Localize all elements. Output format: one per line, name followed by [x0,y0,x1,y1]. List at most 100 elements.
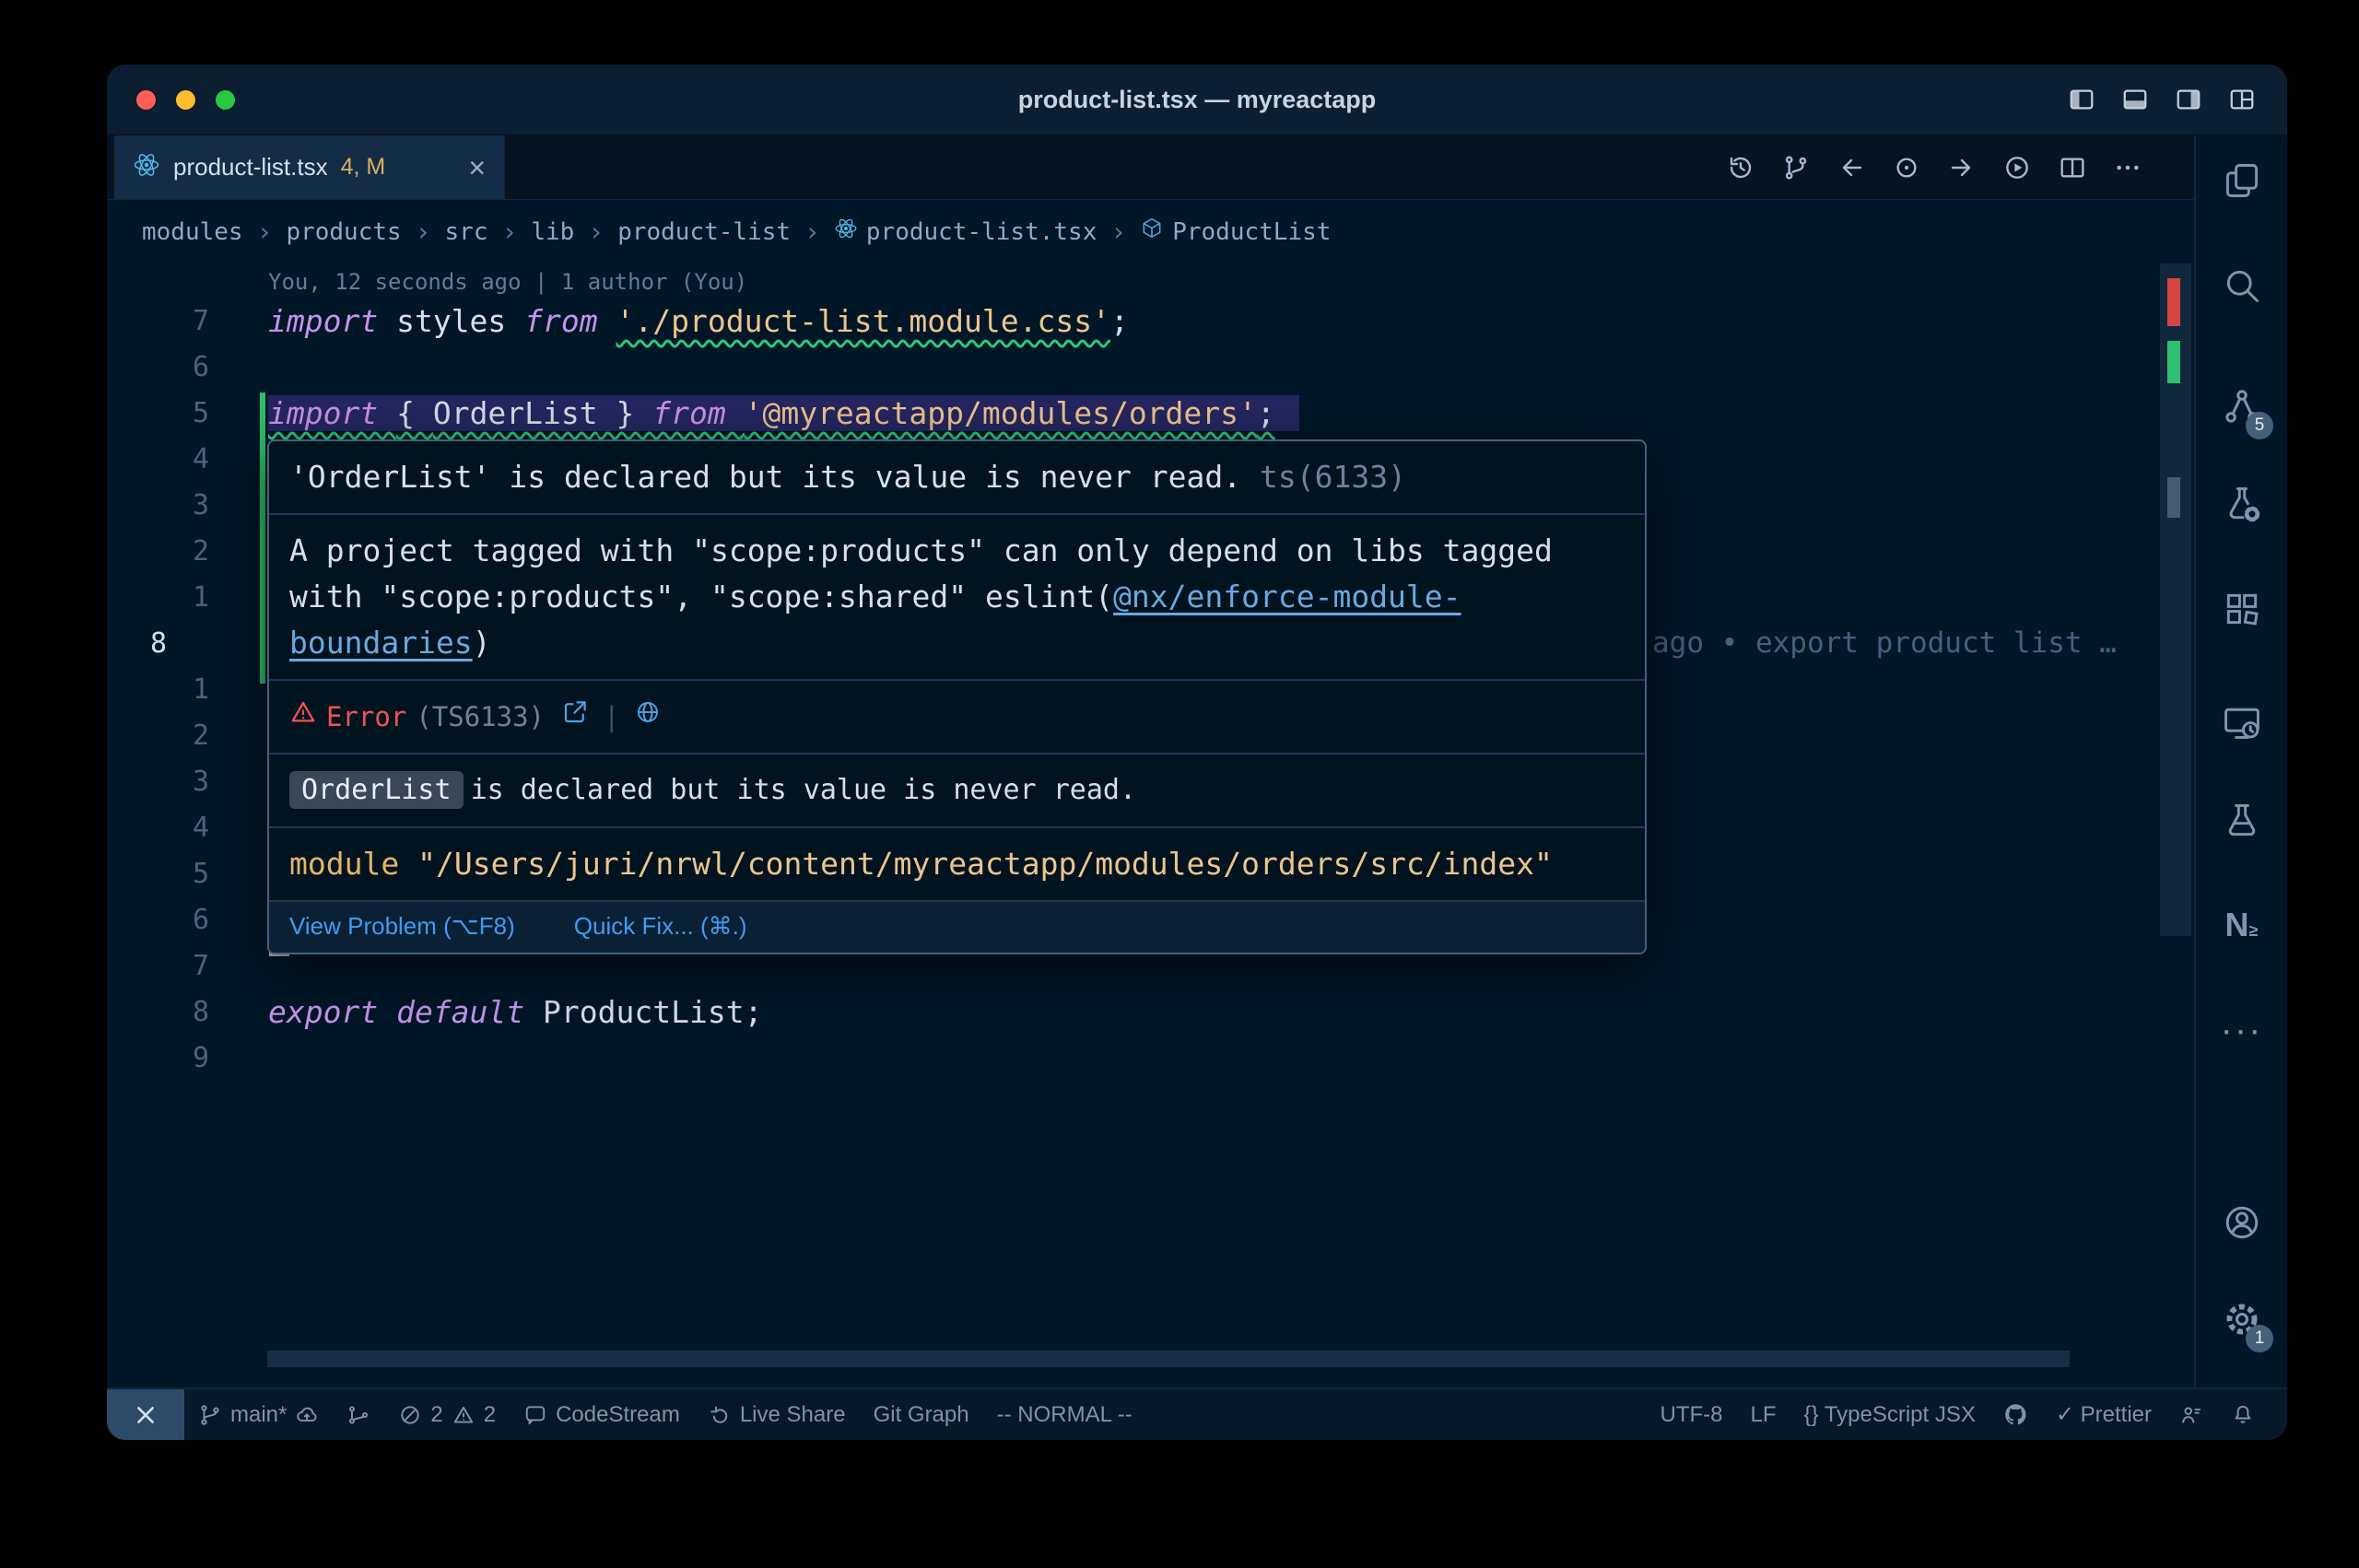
tab-close-icon[interactable]: × [468,153,486,182]
code-line[interactable]: 6 [107,344,2194,390]
line-number: 1 [107,581,209,614]
line-number: 3 [107,766,209,798]
quick-fix-link[interactable]: Quick Fix... (⌘.) [574,912,747,941]
warning-triangle-icon [289,694,317,740]
git-branch-icon [198,1403,222,1427]
codelens-blame[interactable]: You, 12 seconds ago | 1 author (You) [268,269,747,295]
code-line[interactable]: 8export default ProductList; [107,989,2194,1035]
run-icon[interactable] [2002,153,2032,182]
chevron-right-icon: › [257,216,273,247]
language-indicator[interactable]: {} TypeScript JSX [1790,1389,1989,1440]
git-graph-label[interactable]: Git Graph [860,1389,983,1440]
toggle-secondary-sidebar-icon[interactable] [2175,86,2202,113]
remote-explorer-icon[interactable] [2216,696,2268,748]
vscode-window: product-list.tsx — myreactapp product-li… [107,64,2287,1440]
horizontal-scrollbar[interactable] [267,1351,2070,1367]
code-line[interactable]: 7import styles from './product-list.modu… [107,298,2194,344]
minimize-button[interactable] [176,90,195,110]
chevron-right-icon: › [804,216,820,247]
notifications-indicator[interactable] [2217,1389,2269,1440]
vim-mode-indicator[interactable]: -- NORMAL -- [983,1389,1146,1440]
more-actions-icon[interactable] [2113,153,2142,182]
mini-graph-icon [346,1403,370,1427]
github-icon [2003,1402,2028,1427]
navigate-back-icon[interactable] [1837,153,1866,182]
problems-indicator[interactable]: 2 2 [384,1389,510,1440]
debug-test-flask-icon[interactable] [2216,478,2268,530]
symbol-class-icon [1140,216,1164,247]
breadcrumb-item[interactable]: lib [531,218,574,246]
breadcrumb-item[interactable]: product-list [617,218,791,246]
cloud-upload-icon [295,1403,319,1427]
line-number: 6 [107,904,209,936]
hover-diagnostic-title: 'OrderList' is declared but its value is… [269,441,1645,513]
more-views-icon[interactable]: ··· [2216,1004,2268,1056]
warnings-count: 2 [484,1402,496,1428]
branch-indicator[interactable]: main* [184,1389,333,1440]
line-number: 9 [107,1042,209,1074]
traffic-lights [107,90,235,110]
editor-actions [1726,135,2194,199]
inline-blame: ago • export product list … [1652,620,2117,666]
extensions-icon[interactable] [2216,583,2268,635]
line-number: 6 [107,351,209,383]
tab-decoration-badge: 4, M [341,154,386,181]
target-icon[interactable] [1892,153,1921,182]
zoom-button[interactable] [216,90,235,110]
overview-error-mark [2167,278,2180,326]
activity-bar: 5 N≥ ··· 1 [2194,135,2287,1387]
feedback-indicator[interactable] [2165,1389,2217,1440]
breadcrumb-item[interactable]: products [286,218,401,246]
close-button[interactable] [136,90,156,110]
code-line[interactable]: 9 [107,1035,2194,1081]
chevron-right-icon: › [1110,216,1126,247]
account-icon[interactable] [2216,1197,2268,1248]
codestream-icon [523,1403,547,1427]
bell-icon [2231,1403,2255,1427]
code-line[interactable]: 5import { OrderList } from '@myreactapp/… [107,390,2194,436]
line-number: 2 [107,535,209,568]
eol-indicator[interactable]: LF [1737,1389,1790,1440]
breadcrumb-item[interactable]: src [445,218,488,246]
navigate-forward-icon[interactable] [1947,153,1977,182]
prettier-indicator[interactable]: ✓ Prettier [2042,1389,2165,1440]
live-share-indicator[interactable]: Live Share [694,1389,860,1440]
remote-indicator[interactable] [107,1389,184,1440]
explorer-copy-icon[interactable] [2216,155,2268,206]
tab-product-list[interactable]: product-list.tsx 4, M × [114,135,505,199]
open-external-icon[interactable] [561,694,589,740]
local-history-icon[interactable] [1726,153,1755,182]
nx-console-icon[interactable]: N≥ [2216,899,2268,951]
breadcrumb-item-symbol[interactable]: ProductList [1140,216,1331,247]
globe-icon[interactable] [634,694,662,740]
hover-error-row: Error(TS6133) | [269,679,1645,753]
tab-bar: product-list.tsx 4, M × [107,135,2194,200]
warnings-icon [452,1403,475,1427]
chevron-right-icon: › [588,216,604,247]
split-editor-icon[interactable] [2058,153,2087,182]
codestream-indicator[interactable]: CodeStream [510,1389,694,1440]
window-title: product-list.tsx — myreactapp [107,86,2287,114]
view-problem-link[interactable]: View Problem (⌥F8) [289,912,515,941]
customize-layout-icon[interactable] [2228,86,2256,113]
titlebar: product-list.tsx — myreactapp [107,64,2287,135]
line-number: 8 [107,996,209,1028]
toggle-primary-sidebar-icon[interactable] [2068,86,2095,113]
line-number: 4 [107,812,209,844]
remote-tools-icon [134,1403,158,1427]
line-number: 5 [107,858,209,890]
compare-changes-icon[interactable] [1781,153,1811,182]
toggle-panel-icon[interactable] [2121,86,2149,113]
live-share-icon [708,1403,732,1427]
encoding-indicator[interactable]: UTF-8 [1647,1389,1737,1440]
breadcrumb-item-file[interactable]: product-list.tsx [834,216,1097,247]
github-indicator[interactable] [1989,1389,2042,1440]
breadcrumb-item[interactable]: modules [142,218,243,246]
git-graph-indicator[interactable] [333,1389,384,1440]
overview-added-mark [2167,341,2180,383]
testing-beaker-icon[interactable] [2216,794,2268,846]
search-icon[interactable] [2216,260,2268,311]
identifier-chip: OrderList [289,771,464,809]
editor-pane[interactable]: You, 12 seconds ago | 1 author (You) 7im… [107,263,2194,1387]
settings-badge: 1 [2246,1325,2273,1352]
